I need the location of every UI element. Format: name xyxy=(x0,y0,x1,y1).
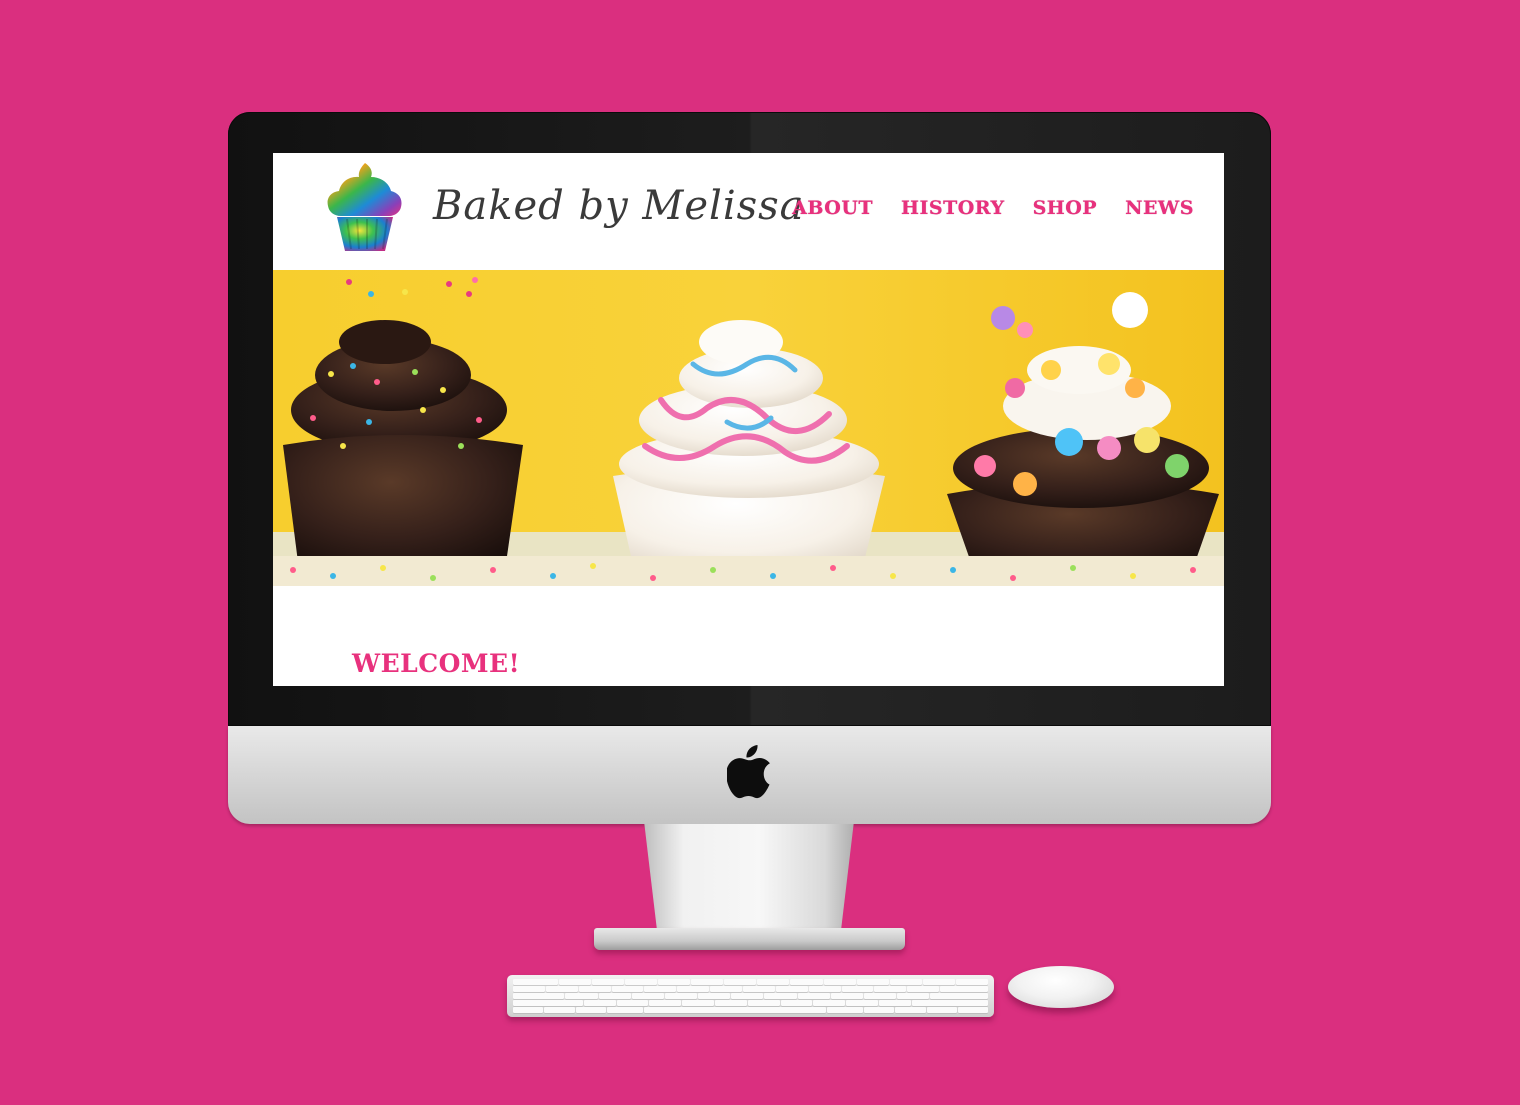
key[interactable] xyxy=(545,986,578,992)
key[interactable] xyxy=(598,993,631,999)
key[interactable] xyxy=(911,1000,989,1006)
key[interactable] xyxy=(592,979,625,985)
key[interactable] xyxy=(724,979,757,985)
key[interactable] xyxy=(677,986,710,992)
nav-link-history[interactable]: HISTORY xyxy=(901,197,1005,219)
key[interactable] xyxy=(616,1000,649,1006)
mouse[interactable] xyxy=(1008,966,1114,1008)
keyboard[interactable] xyxy=(507,975,994,1017)
key[interactable] xyxy=(764,993,797,999)
keyboard-row xyxy=(513,979,988,985)
nav-link-about[interactable]: ABOUT xyxy=(792,197,873,219)
key[interactable] xyxy=(578,986,611,992)
key[interactable] xyxy=(565,993,598,999)
key[interactable] xyxy=(513,1007,544,1013)
hero-image xyxy=(273,270,1224,586)
key[interactable] xyxy=(797,993,830,999)
keyboard-row xyxy=(513,1000,989,1006)
key[interactable] xyxy=(922,979,955,985)
key[interactable] xyxy=(926,1007,957,1013)
key[interactable] xyxy=(955,979,988,985)
key[interactable] xyxy=(775,986,808,992)
key[interactable] xyxy=(813,1000,846,1006)
key[interactable] xyxy=(747,1000,780,1006)
key[interactable] xyxy=(664,993,698,999)
key[interactable] xyxy=(957,1007,989,1013)
key[interactable] xyxy=(611,986,644,992)
screen: Baked by Melissa ABOUT HISTORY SHOP NEWS xyxy=(273,153,1224,686)
key[interactable] xyxy=(897,993,930,999)
key[interactable] xyxy=(856,979,889,985)
site-header: Baked by Melissa ABOUT HISTORY SHOP NEWS xyxy=(273,153,1224,270)
key[interactable] xyxy=(808,986,841,992)
nav-link-shop[interactable]: SHOP xyxy=(1033,197,1098,219)
key[interactable] xyxy=(544,1007,575,1013)
key[interactable] xyxy=(625,979,658,985)
key[interactable] xyxy=(757,979,790,985)
key[interactable] xyxy=(575,1007,606,1013)
main-nav: ABOUT HISTORY SHOP NEWS xyxy=(792,197,1194,219)
key[interactable] xyxy=(874,986,907,992)
key[interactable] xyxy=(895,1007,926,1013)
key[interactable] xyxy=(513,993,565,999)
key[interactable] xyxy=(658,979,691,985)
key[interactable] xyxy=(907,986,940,992)
key[interactable] xyxy=(780,1000,813,1006)
key[interactable] xyxy=(889,979,922,985)
brand-name[interactable]: Baked by Melissa xyxy=(433,183,805,229)
key[interactable] xyxy=(790,979,823,985)
key[interactable] xyxy=(649,1000,682,1006)
keyboard-row xyxy=(513,993,989,999)
key[interactable] xyxy=(940,986,988,992)
key[interactable] xyxy=(830,993,863,999)
key[interactable] xyxy=(715,1000,747,1006)
key[interactable] xyxy=(826,1007,863,1013)
key[interactable] xyxy=(513,979,558,985)
key[interactable] xyxy=(631,993,664,999)
key[interactable] xyxy=(863,1007,895,1013)
key[interactable] xyxy=(930,993,989,999)
key[interactable] xyxy=(841,986,874,992)
welcome-heading: WELCOME! xyxy=(352,649,521,678)
key[interactable] xyxy=(878,1000,911,1006)
key[interactable] xyxy=(691,979,724,985)
key[interactable] xyxy=(863,993,896,999)
key[interactable] xyxy=(558,979,591,985)
key[interactable] xyxy=(606,1007,644,1013)
key[interactable] xyxy=(682,1000,715,1006)
cupcake-icon[interactable] xyxy=(325,161,405,253)
keyboard-row xyxy=(513,986,988,992)
nav-link-news[interactable]: NEWS xyxy=(1125,197,1194,219)
monitor-stand-base xyxy=(594,928,905,950)
key[interactable] xyxy=(644,986,677,992)
monitor-stand-neck xyxy=(644,824,854,934)
apple-logo-icon xyxy=(727,745,770,799)
space-key[interactable] xyxy=(644,1007,826,1013)
key[interactable] xyxy=(698,993,731,999)
key[interactable] xyxy=(743,986,775,992)
key[interactable] xyxy=(513,1000,583,1006)
key[interactable] xyxy=(583,1000,616,1006)
key[interactable] xyxy=(846,1000,878,1006)
key[interactable] xyxy=(823,979,856,985)
keyboard-row xyxy=(513,1007,989,1013)
key[interactable] xyxy=(731,993,764,999)
key[interactable] xyxy=(710,986,743,992)
key[interactable] xyxy=(513,986,545,992)
